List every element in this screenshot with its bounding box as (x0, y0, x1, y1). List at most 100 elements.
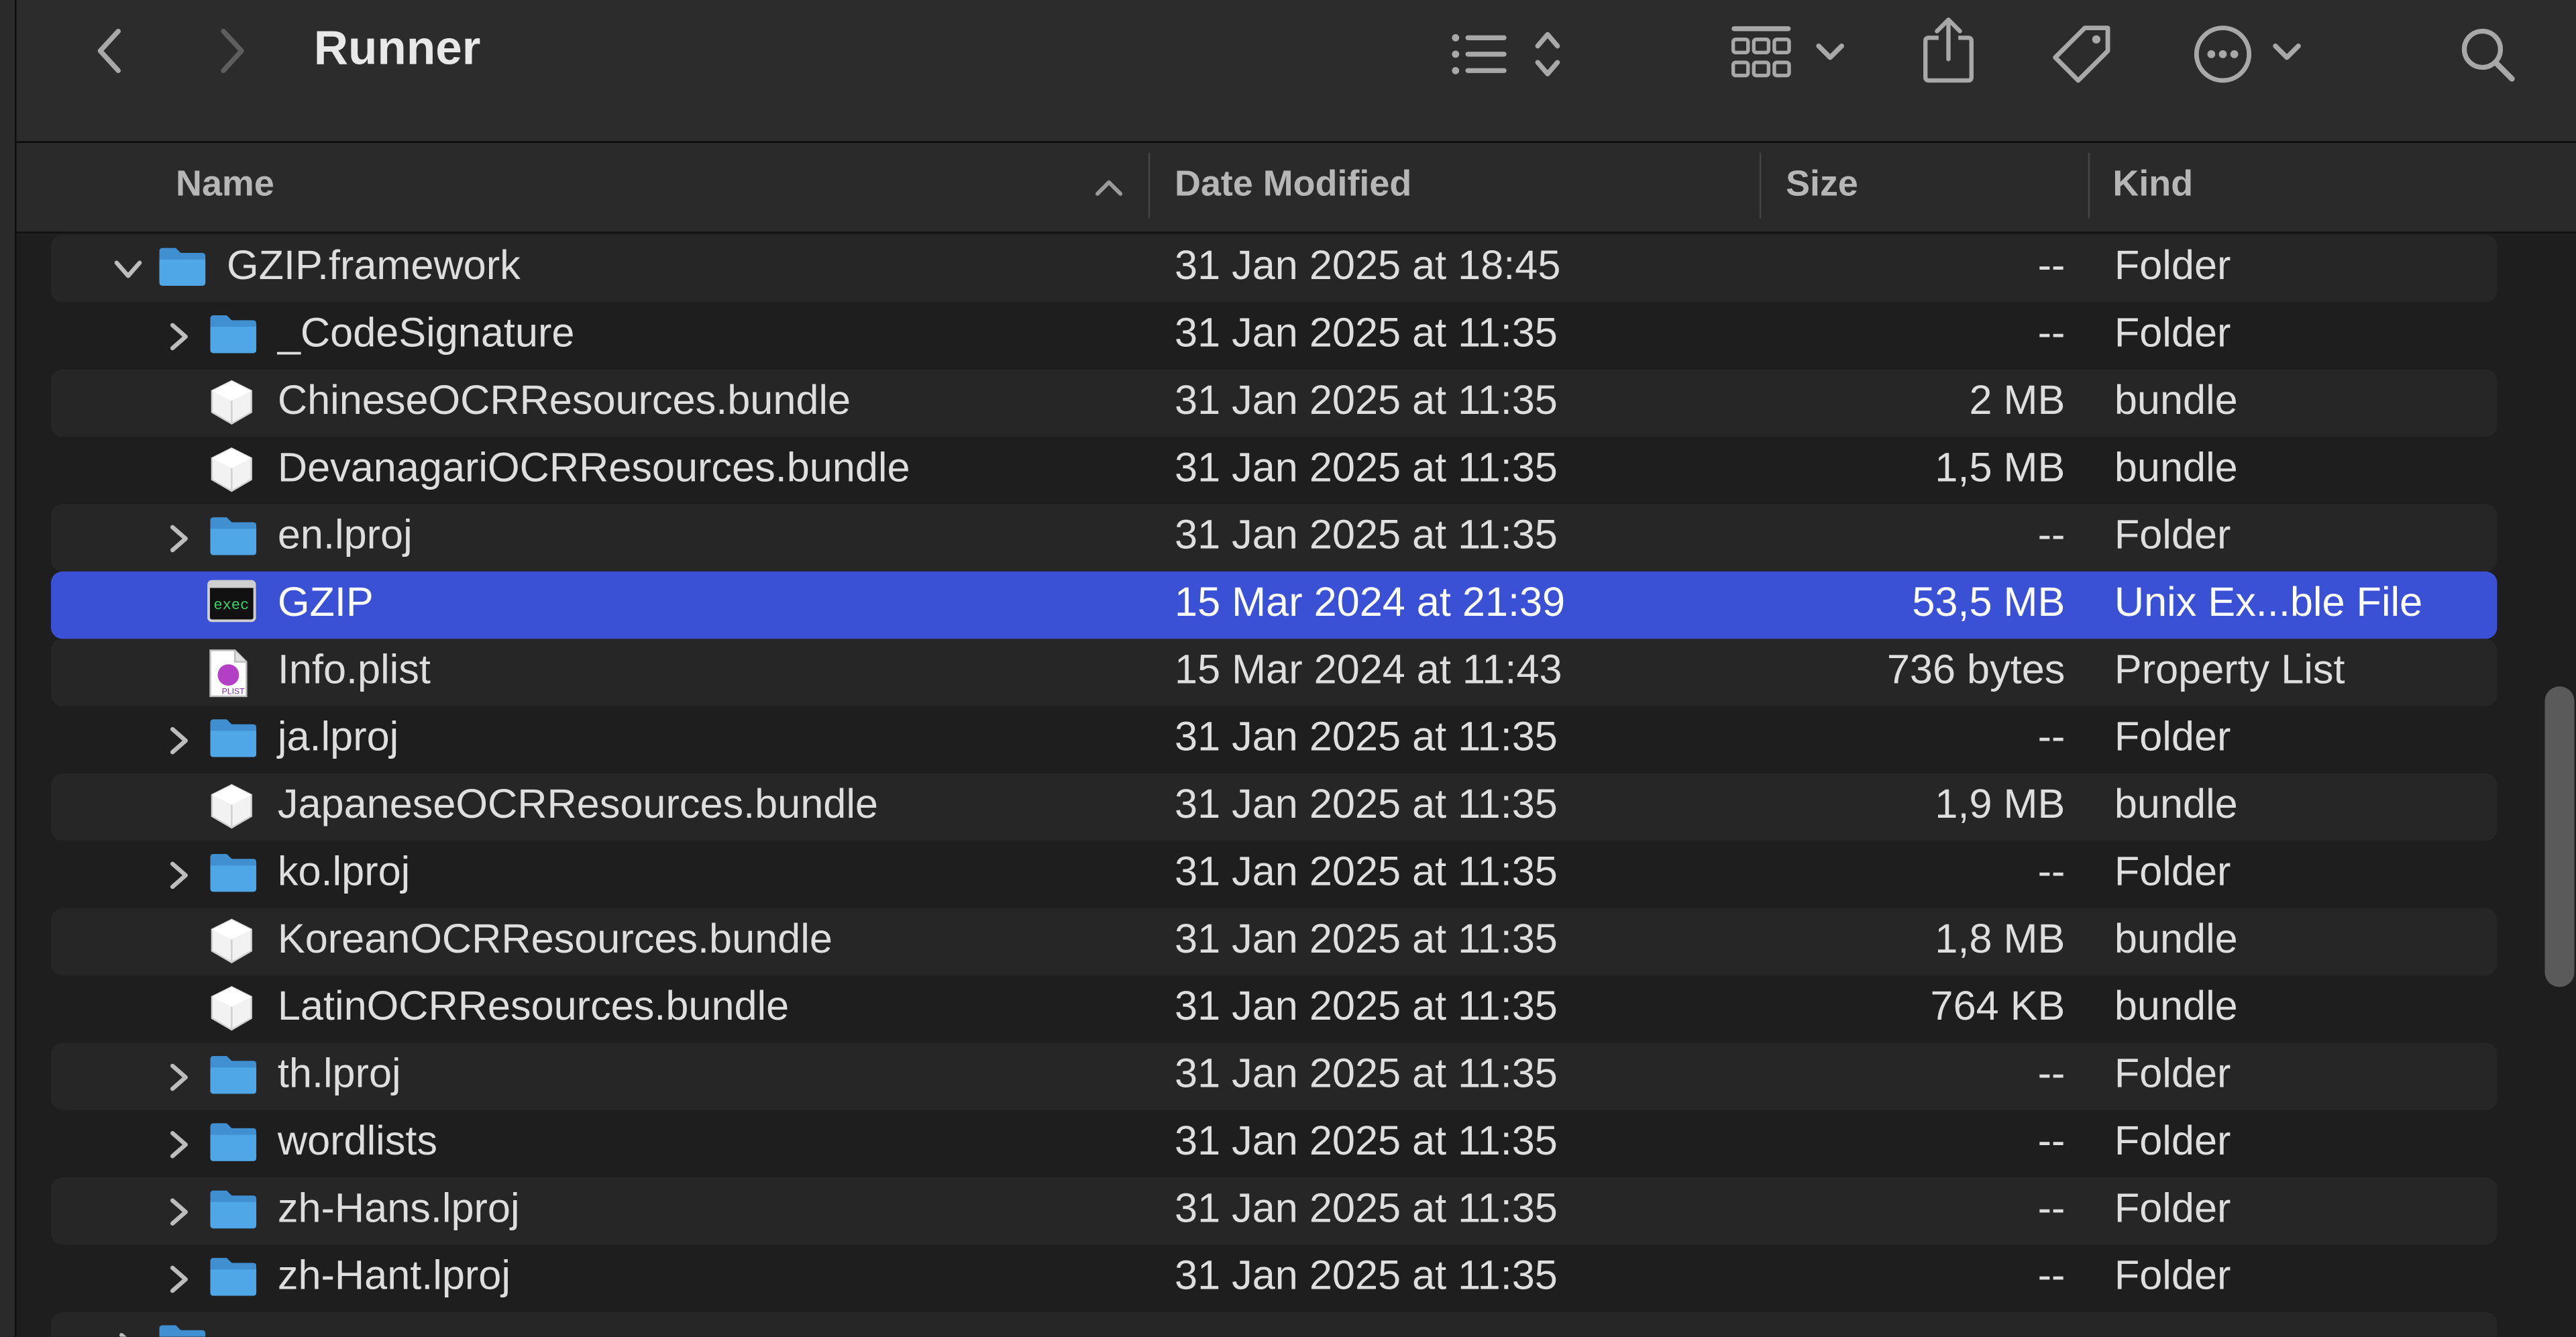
file-kind: bundle (2114, 378, 2238, 424)
file-row[interactable]: _CodeSignature 31 Jan 2025 at 11:35 -- Fold… (51, 302, 2498, 369)
folder-icon (207, 513, 260, 570)
disclosure-collapsed-icon[interactable] (162, 317, 195, 353)
window-title: Runner (313, 23, 481, 76)
bundle-icon (207, 983, 256, 1045)
group-icon[interactable] (1727, 23, 1796, 82)
column-name[interactable]: Name (176, 162, 274, 205)
file-date-modified: 31 Jan 2025 at 11:35 (1175, 849, 1558, 896)
file-row[interactable]: KoreanOCRResources.bundle 31 Jan 2025 at … (50, 908, 2498, 977)
file-size: -- (2037, 243, 2065, 289)
file-row[interactable]: en.lproj 31 Jan 2025 at 11:35 -- Folder (50, 504, 2498, 572)
chevron-down-icon[interactable] (2269, 36, 2305, 69)
sort-arrows-icon[interactable] (1529, 26, 1566, 82)
scrollbar-thumb[interactable] (2544, 686, 2575, 987)
file-date-modified: 31 Jan 2025 at 11:35 (1175, 916, 1558, 963)
file-row[interactable]: GZIP.framework 31 Jan 2025 at 18:45 -- Fold… (50, 235, 2498, 303)
column-divider[interactable] (2088, 152, 2090, 219)
column-divider[interactable] (1759, 152, 1762, 219)
disclosure-collapsed-icon[interactable] (162, 1192, 195, 1228)
file-size: 1,8 MB (1935, 916, 2065, 963)
list-view-icon[interactable] (1449, 26, 1511, 82)
column-divider[interactable] (1148, 152, 1150, 219)
file-size: -- (2037, 310, 2065, 357)
file-name: en.lproj (277, 512, 413, 559)
file-size: 736 bytes (1886, 647, 2065, 694)
disclosure-collapsed-icon[interactable] (162, 519, 195, 555)
file-row[interactable]: ChineseOCRResources.bundle 31 Jan 2025 at… (50, 369, 2498, 437)
disclosure-collapsed-icon[interactable] (112, 1327, 145, 1337)
forward-icon[interactable] (210, 23, 253, 78)
folder-icon (207, 849, 260, 907)
column-kind[interactable]: Kind (2112, 162, 2193, 205)
sort-ascending-icon[interactable] (1093, 176, 1126, 199)
file-kind: bundle (2114, 445, 2238, 491)
column-date-modified[interactable]: Date Modified (1175, 162, 1411, 205)
file-kind: bundle (2114, 782, 2238, 828)
file-row[interactable]: th.lproj 31 Jan 2025 at 11:35 -- Folder (50, 1042, 2498, 1110)
disclosure-expanded-icon[interactable] (112, 250, 145, 286)
disclosure-collapsed-icon[interactable] (162, 855, 195, 892)
file-kind: Folder (2114, 243, 2231, 289)
file-row-partial[interactable] (50, 1312, 2498, 1337)
column-header: Name Date Modified Size Kind (16, 142, 2576, 233)
file-kind: Folder (2114, 310, 2231, 357)
file-row[interactable]: DevanagariOCRResources.bundle 31 Jan 2025… (51, 437, 2498, 504)
file-name: ChineseOCRResources.bundle (277, 378, 851, 424)
file-row[interactable]: PLIST Info.plist 15 Mar 2024 at 11:43 736 b… (50, 639, 2498, 706)
file-name: LatinOCRResources.bundle (277, 983, 790, 1030)
disclosure-collapsed-icon[interactable] (162, 1058, 195, 1094)
plist-icon: PLIST (207, 647, 250, 711)
file-date-modified: 31 Jan 2025 at 11:35 (1175, 1051, 1558, 1098)
file-size: 1,5 MB (1935, 445, 2065, 491)
column-size[interactable]: Size (1786, 162, 1858, 205)
file-size: -- (2037, 1185, 2065, 1232)
file-date-modified: 31 Jan 2025 at 18:45 (1175, 243, 1561, 289)
file-name: Info.plist (277, 647, 431, 694)
file-kind: Folder (2114, 1252, 2231, 1299)
file-row[interactable]: wordlists 31 Jan 2025 at 11:35 -- Folder (51, 1110, 2498, 1177)
disclosure-collapsed-icon[interactable] (162, 1125, 195, 1161)
file-date-modified: 31 Jan 2025 at 11:35 (1175, 1185, 1558, 1232)
file-name: ko.lproj (277, 849, 411, 896)
file-row[interactable]: exec GZIP 15 Mar 2024 at 21:39 53,5 MB Unix … (50, 571, 2498, 639)
file-name: _CodeSignature (277, 310, 575, 357)
file-kind: bundle (2114, 983, 2238, 1030)
disclosure-collapsed-icon[interactable] (162, 1260, 195, 1296)
file-date-modified: 31 Jan 2025 at 11:35 (1175, 1118, 1558, 1165)
folder-icon (207, 311, 260, 368)
folder-icon (207, 714, 260, 772)
file-row[interactable]: ko.lproj 31 Jan 2025 at 11:35 -- Folder (51, 841, 2498, 908)
file-row[interactable]: zh-Hans.lproj 31 Jan 2025 at 11:35 -- Folde… (50, 1177, 2498, 1245)
file-kind: Property List (2114, 647, 2345, 694)
folder-icon (156, 1320, 209, 1337)
chevron-down-icon[interactable] (1812, 36, 1848, 69)
finder-window: Runner Name Date Modified Size Kind GZIP… (0, 0, 2576, 1337)
file-row[interactable]: zh-Hant.lproj 31 Jan 2025 at 11:35 -- Folde… (51, 1245, 2498, 1312)
file-kind: Folder (2114, 714, 2231, 761)
back-icon[interactable] (89, 23, 131, 78)
file-size: 2 MB (1969, 378, 2065, 424)
file-date-modified: 31 Jan 2025 at 11:35 (1175, 1252, 1558, 1299)
more-icon[interactable] (2190, 23, 2256, 85)
folder-icon (156, 243, 209, 301)
bundle-icon (207, 916, 256, 977)
file-row[interactable]: LatinOCRResources.bundle 31 Jan 2025 at 1… (51, 975, 2498, 1042)
bundle-icon (207, 445, 256, 506)
svg-text:exec: exec (213, 597, 249, 614)
file-kind: Folder (2114, 849, 2231, 896)
tag-icon[interactable] (2047, 19, 2116, 89)
file-size: 764 KB (1930, 983, 2065, 1030)
file-date-modified: 31 Jan 2025 at 11:35 (1175, 714, 1558, 761)
file-date-modified: 15 Mar 2024 at 21:39 (1175, 580, 1566, 626)
search-icon[interactable] (2456, 23, 2518, 85)
file-name: KoreanOCRResources.bundle (277, 916, 833, 963)
file-row[interactable]: JapaneseOCRResources.bundle 31 Jan 2025 a… (50, 773, 2498, 841)
exec-icon: exec (207, 580, 256, 634)
disclosure-collapsed-icon[interactable] (162, 721, 195, 757)
share-icon[interactable] (1919, 13, 1978, 86)
file-date-modified: 31 Jan 2025 at 11:35 (1175, 782, 1558, 828)
file-row[interactable]: ja.lproj 31 Jan 2025 at 11:35 -- Folder (51, 706, 2498, 773)
file-name: ja.lproj (277, 714, 399, 761)
file-date-modified: 31 Jan 2025 at 11:35 (1175, 378, 1558, 424)
file-name: GZIP (277, 580, 374, 626)
